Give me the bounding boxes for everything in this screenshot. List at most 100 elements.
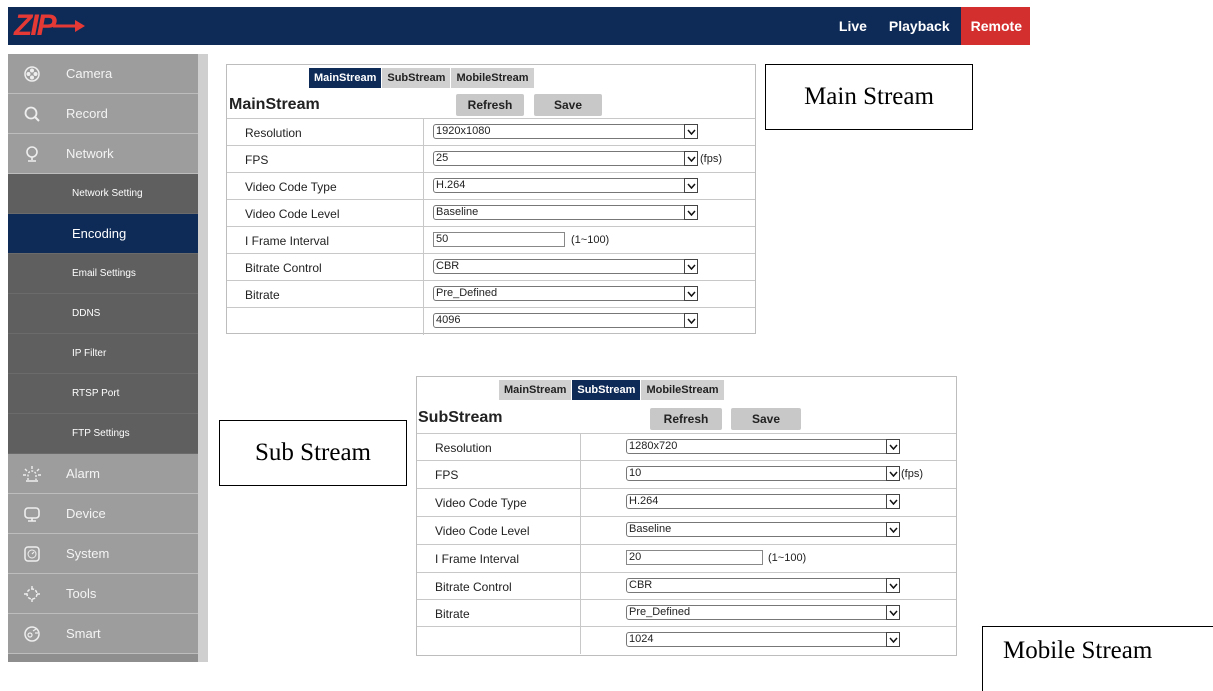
- chevron-down-icon[interactable]: [684, 124, 698, 139]
- select-value: H.264: [629, 495, 659, 507]
- video-code-type-select[interactable]: H.264: [626, 494, 900, 509]
- sidebar-sub-encoding[interactable]: Encoding: [8, 214, 198, 254]
- row-divider: [423, 173, 424, 200]
- chevron-down-icon[interactable]: [886, 439, 900, 454]
- row-label: Video Code Level: [245, 207, 340, 221]
- chevron-down-icon[interactable]: [684, 178, 698, 193]
- tab-mobilestream[interactable]: MobileStream: [451, 68, 535, 88]
- select-value: CBR: [436, 260, 460, 272]
- tab-mainstream[interactable]: MainStream: [309, 68, 383, 88]
- chevron-down-icon[interactable]: [684, 286, 698, 301]
- setting-row-resolution: Resolution 1920x1080: [227, 118, 755, 146]
- sidebar-sub-email-settings[interactable]: Email Settings: [8, 254, 198, 294]
- smart-icon: [22, 624, 42, 644]
- select-value: 1280x720: [629, 440, 678, 452]
- row-divider: [580, 600, 581, 627]
- row-divider: [580, 627, 581, 654]
- save-button[interactable]: Save: [534, 94, 602, 116]
- video-code-type-select[interactable]: H.264: [433, 178, 698, 193]
- substream-panel: MainStream SubStream MobileStream SubStr…: [416, 376, 957, 656]
- search-icon: [22, 104, 42, 124]
- logo-text: ZIP: [14, 9, 57, 42]
- sidebar-item-label: Smart: [66, 626, 101, 641]
- sidebar-item-camera[interactable]: Camera: [8, 54, 198, 94]
- i-frame-range: (1~100): [571, 234, 610, 246]
- i-frame-interval-input[interactable]: 50: [433, 232, 565, 247]
- chevron-down-icon[interactable]: [684, 151, 698, 166]
- row-divider: [580, 461, 581, 488]
- sidebar-scroll-track: [198, 54, 208, 662]
- resolution-select[interactable]: 1280x720: [626, 439, 900, 454]
- save-button[interactable]: Save: [731, 408, 801, 430]
- row-divider: [423, 227, 424, 254]
- row-divider: [423, 146, 424, 173]
- bitrate-select[interactable]: Pre_Defined: [433, 286, 698, 301]
- video-code-level-select[interactable]: Baseline: [626, 522, 900, 537]
- sidebar-sub-label: IP Filter: [72, 348, 107, 359]
- chevron-down-icon[interactable]: [684, 313, 698, 328]
- sidebar-item-alarm[interactable]: Alarm: [8, 454, 198, 494]
- select-value: CBR: [629, 579, 653, 591]
- resolution-select[interactable]: 1920x1080: [433, 124, 698, 139]
- bitrate-control-select[interactable]: CBR: [626, 578, 900, 593]
- sidebar-item-network[interactable]: Network: [8, 134, 198, 174]
- nav-playback[interactable]: Playback: [878, 7, 961, 45]
- chevron-down-icon[interactable]: [886, 494, 900, 509]
- setting-row-video-code-type: Video Code Type H.264: [227, 172, 755, 200]
- fps-unit: (fps): [700, 153, 722, 165]
- sidebar-sub-label: RTSP Port: [72, 388, 120, 399]
- sidebar-item-device[interactable]: Device: [8, 494, 198, 534]
- setting-row-bitrate-value: 4096: [227, 307, 755, 335]
- i-frame-range: (1~100): [768, 552, 807, 564]
- video-code-level-select[interactable]: Baseline: [433, 205, 698, 220]
- sidebar-item-tools[interactable]: Tools: [8, 574, 198, 614]
- select-value: Baseline: [436, 206, 479, 218]
- sidebar-item-record[interactable]: Record: [8, 94, 198, 134]
- setting-row-video-code-type: Video Code Type H.264: [417, 488, 956, 516]
- setting-row-bitrate-value: 1024: [417, 626, 956, 654]
- chevron-down-icon[interactable]: [886, 605, 900, 620]
- tab-substream[interactable]: SubStream: [382, 68, 452, 88]
- select-value: Pre_Defined: [629, 606, 691, 618]
- sidebar-sub-label: Encoding: [72, 226, 127, 241]
- chevron-down-icon[interactable]: [684, 205, 698, 220]
- mobile-stream-callout: Mobile Stream: [982, 626, 1213, 691]
- select-value: 25: [436, 152, 449, 164]
- sidebar-item-system[interactable]: System: [8, 534, 198, 574]
- sidebar-sub-rtsp-port[interactable]: RTSP Port: [8, 374, 198, 414]
- tab-mainstream[interactable]: MainStream: [499, 380, 573, 400]
- row-label: FPS: [435, 468, 459, 482]
- tab-substream[interactable]: SubStream: [572, 380, 642, 400]
- fps-select[interactable]: 10: [626, 466, 900, 481]
- refresh-button[interactable]: Refresh: [456, 94, 524, 116]
- select-value: Baseline: [629, 523, 672, 535]
- nav-remote[interactable]: Remote: [960, 7, 1030, 45]
- sidebar-sub-ddns[interactable]: DDNS: [8, 294, 198, 334]
- chevron-down-icon[interactable]: [886, 632, 900, 647]
- sidebar: Camera Record Network Network Setting En…: [8, 54, 198, 662]
- nav-live[interactable]: Live: [828, 7, 878, 45]
- sidebar-item-label: Alarm: [66, 466, 100, 481]
- i-frame-interval-input[interactable]: 20: [626, 550, 763, 565]
- fps-select[interactable]: 25: [433, 151, 698, 166]
- tab-mobilestream[interactable]: MobileStream: [641, 380, 725, 400]
- sidebar-sub-ip-filter[interactable]: IP Filter: [8, 334, 198, 374]
- bitrate-value-select[interactable]: 1024: [626, 632, 900, 647]
- sidebar-sub-network-setting[interactable]: Network Setting: [8, 174, 198, 214]
- bitrate-control-select[interactable]: CBR: [433, 259, 698, 274]
- chevron-down-icon[interactable]: [886, 522, 900, 537]
- zip-logo[interactable]: ZIP: [14, 11, 87, 41]
- refresh-button[interactable]: Refresh: [650, 408, 722, 430]
- chevron-down-icon[interactable]: [886, 466, 900, 481]
- sidebar-sub-ftp-settings[interactable]: FTP Settings: [8, 414, 198, 454]
- main-stream-callout: Main Stream: [765, 64, 973, 130]
- sidebar-item-smart[interactable]: Smart: [8, 614, 198, 654]
- bitrate-value-select[interactable]: 4096: [433, 313, 698, 328]
- bitrate-select[interactable]: Pre_Defined: [626, 605, 900, 620]
- alarm-icon: [22, 464, 42, 484]
- setting-row-resolution: Resolution 1280x720: [417, 433, 956, 461]
- gear-icon: [22, 584, 42, 604]
- setting-row-i-frame-interval: I Frame Interval 20 (1~100): [417, 544, 956, 572]
- chevron-down-icon[interactable]: [886, 578, 900, 593]
- chevron-down-icon[interactable]: [684, 259, 698, 274]
